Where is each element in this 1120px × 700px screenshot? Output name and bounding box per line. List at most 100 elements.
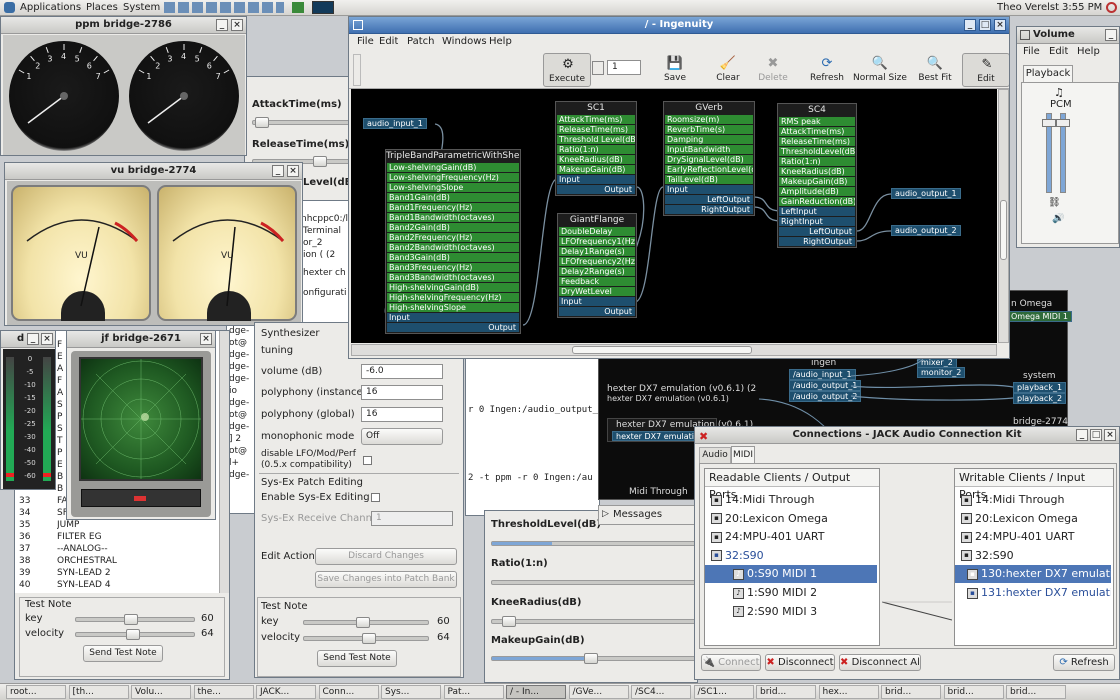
discard-changes-button[interactable]: Discard Changes [315,548,457,565]
control-port[interactable]: AttackTime(ms) [779,127,855,137]
launcher-icons[interactable] [164,2,284,13]
connect-button[interactable]: 🔌 Connect [701,654,761,671]
d-titlebar[interactable]: d _ × [1,331,55,348]
plugin-node[interactable]: SC4 RMS peak AttackTime(ms) ReleaseTime(ms)… [777,103,857,248]
speaker-icon[interactable]: 🔊 [1052,213,1064,224]
taskbar-button[interactable]: Sys... [381,685,441,699]
key-slider[interactable] [75,614,195,625]
list-item[interactable]: 35 JUMP [19,519,219,531]
polyphony-instance-spinbox[interactable]: 16 [361,385,443,400]
control-port[interactable]: ThresholdLevel(dB) [779,147,855,157]
port-tree-item[interactable]: ▪ 20:Lexicon Omega [955,510,1111,528]
send-test-note-button[interactable]: Send Test Note [317,650,397,667]
horizontal-scrollbar[interactable] [351,344,997,356]
taskbar-button[interactable]: [th... [68,685,129,699]
audio-output-port[interactable]: Output [559,307,635,317]
port-tree-item[interactable]: ▪ 14:Midi Through [705,491,877,509]
network-icon[interactable] [292,2,304,13]
send-test-note-button[interactable]: Send Test Note [83,645,163,662]
velocity-slider[interactable] [75,629,195,640]
tab-audio[interactable]: Audio [699,447,731,463]
taskbar-button[interactable]: root... [6,685,66,699]
column-header[interactable]: Writable Clients / Input Ports [955,469,1113,501]
port-tree-item[interactable]: ▪ 32:S90 [705,547,877,565]
audio-output-port[interactable]: RightOutput [665,205,753,215]
audio-output-port[interactable]: Output [557,185,635,195]
clock[interactable]: 3:55 PM [1062,0,1102,15]
control-port[interactable]: Band1Frequency(Hz) [387,203,519,213]
slider-thumb[interactable] [1056,119,1070,127]
node-title[interactable]: TripleBandParametricWithShelves [386,150,520,163]
applications-menu[interactable]: Applications [20,0,81,15]
control-port[interactable]: InputBandwidth [665,145,753,155]
taskbar-button[interactable]: brid... [1006,685,1066,699]
control-port[interactable]: KneeRadius(dB) [557,155,635,165]
close-icon[interactable]: × [287,165,299,177]
patch-canvas[interactable]: audio_input_1 audio_output_1 audio_outpu… [351,89,997,343]
audio-output-port[interactable]: RightOutput [779,237,855,247]
control-port[interactable]: Amplitude(dB) [779,187,855,197]
port-tree-item[interactable]: ♪ 0:S90 MIDI 1 [705,565,877,584]
maximize-icon[interactable]: □ [1090,429,1102,441]
menu-help[interactable]: Help [1077,44,1100,60]
audio-input-port[interactable]: Input [559,297,635,307]
control-port[interactable]: MakeupGain(dB) [557,165,635,175]
control-port[interactable]: High-shelvingSlope [387,303,519,313]
control-port[interactable]: EarlyReflectionLevel(dB) [665,165,753,175]
execute-button[interactable]: ⚙ Execute [543,53,591,87]
minimize-icon[interactable]: _ [216,19,228,31]
control-port[interactable]: Low-shelvingSlope [387,183,519,193]
tab-playback[interactable]: Playback [1023,65,1073,82]
sysex-channel-spinbox[interactable]: 1 [371,511,453,526]
disconnect-button[interactable]: ✖ Disconnect [765,654,835,671]
control-port[interactable]: Roomsize(m) [665,115,753,125]
plugin-node[interactable]: GiantFlange DoubleDelay LFOfrequency1(Hz) D… [557,213,637,318]
control-port[interactable]: MakeupGain(dB) [779,177,855,187]
refresh-button[interactable]: ⟳ Refresh [803,53,851,87]
disconnect-all-button[interactable]: ✖ Disconnect All [839,654,921,671]
control-port[interactable]: ReverbTime(s) [665,125,753,135]
minimize-icon[interactable]: _ [272,165,284,177]
audio-output-node[interactable]: audio_output_2 [891,225,961,236]
control-port[interactable]: KneeRadius(dB) [779,167,855,177]
menu-windows[interactable]: Windows [442,34,487,50]
menu-file[interactable]: File [357,34,374,50]
control-port[interactable]: Band3Bandwidth(octaves) [387,273,519,283]
attack-slider[interactable] [252,117,357,128]
refresh-button[interactable]: ⟳ Refresh [1053,654,1115,671]
audio-input-port[interactable]: Input [387,313,519,323]
control-port[interactable]: RMS peak [779,117,855,127]
list-item[interactable]: 37 --ANALOG-- [19,543,219,555]
minimize-icon[interactable]: _ [1076,429,1088,441]
plugin-node[interactable]: TripleBandParametricWithShelves Low-shelv… [385,149,521,334]
threshold-slider[interactable] [491,541,697,546]
audio-output-node[interactable]: audio_output_1 [891,188,961,199]
readable-list[interactable]: Readable Clients / Output Ports ▪ 14:Midi… [704,468,880,646]
messages-bar[interactable]: ▷ Messages [598,505,698,525]
node-title[interactable]: GVerb [664,102,754,115]
clear-button[interactable]: 🧹 Clear [704,53,752,87]
control-port[interactable]: Feedback [559,277,635,287]
poly-spinbox[interactable]: 1 [607,60,641,75]
taskbar-button[interactable]: JACK... [256,685,316,699]
control-port[interactable]: High-shelvingFrequency(Hz) [387,293,519,303]
plugin-node[interactable]: GVerb Roomsize(m) ReverbTime(s) Damping Inpu… [663,101,755,216]
column-header[interactable]: Readable Clients / Output Ports [705,469,879,501]
user-name[interactable]: Theo Verelst [997,0,1059,15]
control-port[interactable]: Damping [665,135,753,145]
knee-slider[interactable] [491,616,697,627]
edit-toggle[interactable]: ✎ Edit [962,53,1009,87]
control-port[interactable]: DrySignalLevel(dB) [665,155,753,165]
lock-icon[interactable]: ⛓ [1048,197,1061,208]
port-tree-item[interactable]: ▪ 24:MPU-401 UART [955,528,1111,546]
taskbar-button[interactable]: Volu... [131,685,191,699]
save-button[interactable]: 💾 Save [651,53,699,87]
best-fit-button[interactable]: 🔍 Best Fit [911,53,959,87]
maximize-icon[interactable]: □ [979,19,991,31]
audio-input-port[interactable]: RightInput [779,217,855,227]
port-tree-item[interactable]: ▪ 20:Lexicon Omega [705,510,877,528]
control-port[interactable]: DoubleDelay [559,227,635,237]
control-port[interactable]: Band2Gain(dB) [387,223,519,233]
vu-titlebar[interactable]: vu bridge-2774 _ × [5,163,302,180]
list-item[interactable]: 36 FILTER EG [19,531,219,543]
